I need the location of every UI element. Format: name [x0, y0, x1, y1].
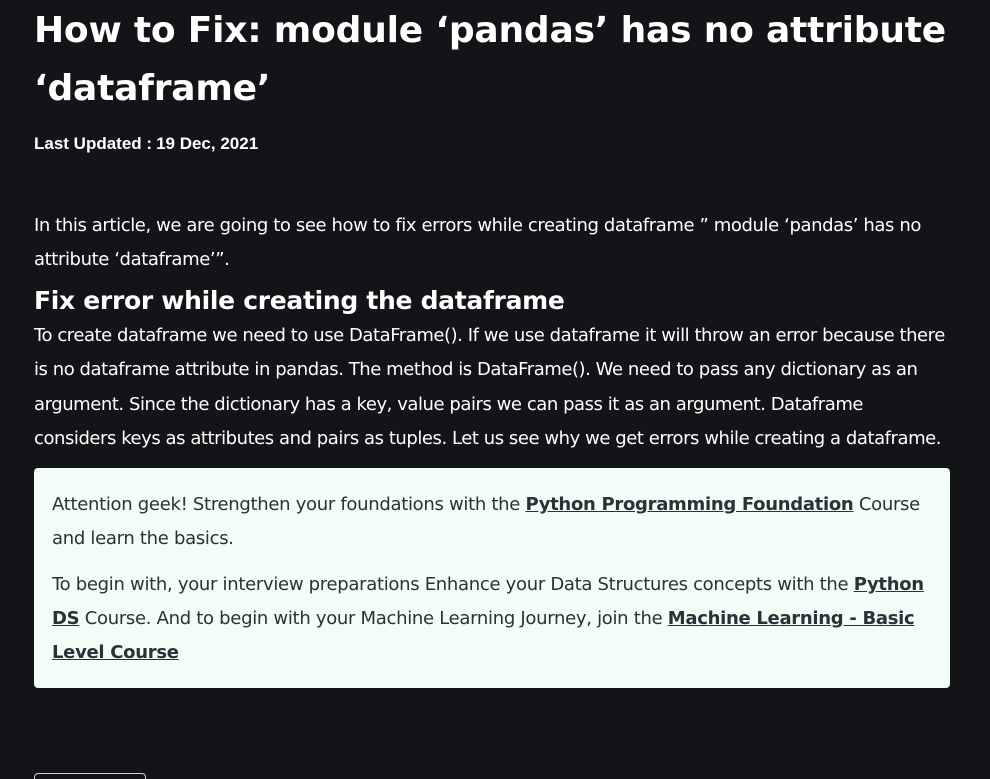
promo-box: Attention geek! Strengthen your foundati…: [34, 468, 950, 689]
partial-button[interactable]: [34, 773, 146, 779]
article-title: How to Fix: module ‘pandas’ has no attri…: [34, 10, 947, 109]
section-paragraph: To create dataframe we need to use DataF…: [34, 325, 945, 449]
last-updated: Last Updated :19 Dec, 2021: [34, 132, 950, 156]
promo-text-4: Course. And to begin with your Machine L…: [79, 608, 668, 630]
section-heading: Fix error while creating the dataframe: [34, 286, 565, 315]
article: How to Fix: module ‘pandas’ has no attri…: [34, 0, 950, 689]
last-updated-label: Last Updated :: [34, 134, 153, 153]
promo-text-3: To begin with, your interview preparatio…: [52, 574, 854, 596]
promo-text-1: Attention geek! Strengthen your foundati…: [52, 494, 526, 516]
promo-paragraph-2: To begin with, your interview preparatio…: [52, 568, 932, 670]
last-updated-date: 19 Dec, 2021: [156, 134, 259, 153]
promo-paragraph-1: Attention geek! Strengthen your foundati…: [52, 488, 932, 556]
python-programming-foundation-link[interactable]: Python Programming Foundation: [525, 494, 853, 515]
intro-paragraph: In this article, we are going to see how…: [34, 215, 921, 270]
